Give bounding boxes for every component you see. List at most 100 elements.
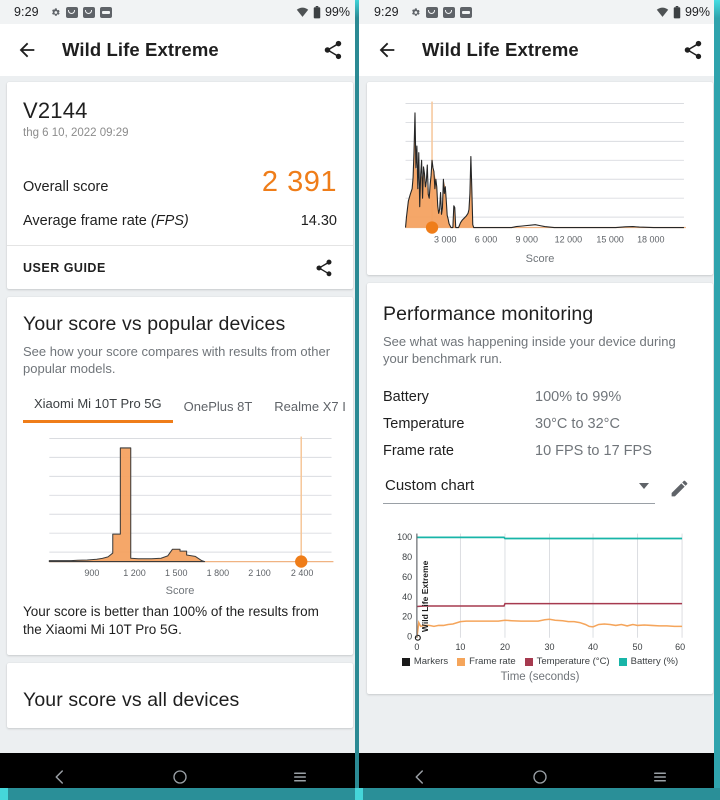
device-name: V2144: [23, 98, 88, 123]
user-guide-row[interactable]: USER GUIDE: [7, 245, 353, 289]
back-arrow-icon[interactable]: [374, 37, 400, 63]
all-devices-title: Your score vs all devices: [23, 689, 240, 712]
page-title: Wild Life Extreme: [422, 39, 579, 60]
app-bar: Wild Life Extreme: [0, 24, 360, 76]
legend-swatch-temperature: [524, 657, 533, 666]
all-devices-chart-xlabel: Score: [525, 253, 555, 265]
svg-text:12 000: 12 000: [555, 235, 582, 245]
fps-label-text: Average frame rate: [23, 213, 147, 229]
left-phone-panel: 9:29 99% Wild Life Extreme V2144 thg 6 1…: [0, 0, 360, 800]
fps-label-unit: (FPS): [150, 213, 189, 229]
popular-devices-note: Your score is better than 100% of the re…: [23, 603, 319, 637]
overall-score-label: Overall score: [23, 179, 109, 195]
legend-label-temperature: Temperature (°C): [536, 656, 610, 668]
overall-score-value: 2 391: [261, 166, 337, 198]
svg-text:2 100: 2 100: [248, 568, 270, 578]
legend-label-battery: Battery (%): [630, 656, 679, 668]
mail-badge-icon: [425, 6, 438, 18]
svg-text:100: 100: [397, 533, 412, 543]
svg-text:20: 20: [500, 642, 510, 652]
wifi-icon: [296, 7, 309, 17]
popular-devices-title: Your score vs popular devices: [23, 313, 286, 335]
run-timestamp: thg 6 10, 2022 09:29: [23, 127, 129, 139]
average-frame-rate-row: Average frame rate (FPS) 14.30: [23, 213, 337, 245]
tab-oneplus-8t[interactable]: OnePlus 8T: [173, 399, 264, 423]
pencil-icon[interactable]: [665, 475, 693, 503]
svg-text:1 200: 1 200: [123, 568, 145, 578]
svg-text:15 000: 15 000: [596, 235, 623, 245]
svg-text:50: 50: [633, 642, 643, 652]
share-icon[interactable]: [320, 37, 346, 63]
table-row: Temperature 30°C to 32°C: [383, 416, 697, 432]
right-scroll-body[interactable]: 3 000 6 000 9 000 12 000 15 000 18 000 S…: [360, 76, 720, 753]
chart-selector-row: Custom chart: [383, 473, 697, 508]
mail-badge-icon: [442, 6, 455, 18]
custom-performance-chart: 100 80 60 40 20 0 Wild Life Extreme 0 10…: [379, 526, 701, 694]
svg-text:0: 0: [414, 642, 419, 652]
app-bar: Wild Life Extreme: [360, 24, 720, 76]
tab-realme-x7-i[interactable]: Realme X7 I: [263, 399, 357, 423]
legend-label-frame-rate: Frame rate: [469, 656, 516, 668]
chevron-down-icon: [639, 482, 649, 489]
table-row: Battery 100% to 99%: [383, 389, 697, 405]
legend-item-battery: Battery (%): [618, 656, 679, 668]
legend-swatch-battery: [618, 657, 627, 666]
performance-monitoring-title: Performance monitoring: [383, 303, 594, 325]
chart-type-select[interactable]: Custom chart: [383, 473, 655, 505]
battery-icon: [313, 5, 321, 18]
left-scroll-body[interactable]: V2144 thg 6 10, 2022 09:29 Overall score…: [0, 76, 360, 753]
gear-icon: [411, 7, 420, 16]
status-right-icons: 99%: [656, 5, 710, 19]
svg-text:30: 30: [544, 642, 554, 652]
share-icon[interactable]: [311, 255, 337, 281]
popular-devices-subtitle: See how your score compares with results…: [23, 344, 331, 377]
overall-score-row: Overall score 2 391: [23, 166, 337, 199]
battery-value: 100% to 99%: [535, 389, 622, 406]
table-row: Frame rate 10 FPS to 17 FPS: [383, 443, 697, 459]
all-devices-card: Your score vs all devices: [7, 663, 353, 729]
wifi-icon: [656, 7, 669, 17]
status-notification-icons: [410, 6, 472, 18]
user-guide-label: USER GUIDE: [23, 260, 106, 275]
legend-item-markers: Markers: [401, 656, 449, 668]
status-bar: 9:29 99%: [0, 0, 360, 24]
svg-text:18 000: 18 000: [637, 235, 664, 245]
battery-label: Battery: [383, 389, 429, 406]
svg-text:6 000: 6 000: [475, 235, 497, 245]
popular-devices-card: Your score vs popular devices See how yo…: [7, 297, 353, 656]
score-card: V2144 thg 6 10, 2022 09:29 Overall score…: [7, 82, 353, 289]
gear-icon: [51, 7, 60, 16]
legend-swatch-frame-rate: [457, 657, 466, 666]
temperature-label: Temperature: [383, 416, 465, 433]
svg-text:2 400: 2 400: [291, 568, 313, 578]
status-clock: 9:29: [374, 5, 399, 19]
tab-xiaomi-mi-10t-pro-5g[interactable]: Xiaomi Mi 10T Pro 5G: [23, 396, 173, 424]
popular-devices-histogram: 900 1 200 1 500 1 800 2 100 2 400 Score: [19, 429, 341, 597]
battery-percent: 99%: [684, 5, 710, 19]
status-notification-icons: [50, 6, 112, 18]
dual-phone-screenshot: 9:29 99% Wild Life Extreme V2144 thg 6 1…: [0, 0, 720, 800]
device-tabs: Xiaomi Mi 10T Pro 5G OnePlus 8T Realme X…: [23, 396, 346, 424]
legend-label-markers: Markers: [413, 656, 449, 668]
svg-text:1 500: 1 500: [165, 568, 187, 578]
share-icon[interactable]: [680, 37, 706, 63]
battery-percent: 99%: [324, 5, 350, 19]
svg-text:60: 60: [675, 642, 685, 652]
custom-chart-legend: Markers Frame rate Temperature (°C) Batt…: [379, 656, 701, 667]
average-frame-rate-label: Average frame rate (FPS): [23, 213, 189, 229]
svg-text:40: 40: [402, 592, 412, 602]
svg-text:0: 0: [407, 632, 412, 642]
status-clock: 9:29: [14, 5, 39, 19]
right-phone-panel: 9:29 99% Wild Life Extreme 3 000 6 000 9…: [360, 0, 720, 800]
back-arrow-icon[interactable]: [14, 37, 40, 63]
custom-chart-ylabel: Wild Life Extreme: [420, 561, 430, 633]
right-edge-accent: [714, 0, 720, 800]
mail-badge-icon: [82, 6, 95, 18]
popular-chart-xlabel: Score: [165, 584, 195, 597]
legend-item-frame-rate: Frame rate: [457, 656, 516, 668]
page-title: Wild Life Extreme: [62, 39, 219, 60]
svg-text:9 000: 9 000: [515, 235, 537, 245]
temperature-value: 30°C to 32°C: [535, 416, 620, 433]
svg-text:60: 60: [402, 572, 412, 582]
svg-text:900: 900: [84, 568, 99, 578]
